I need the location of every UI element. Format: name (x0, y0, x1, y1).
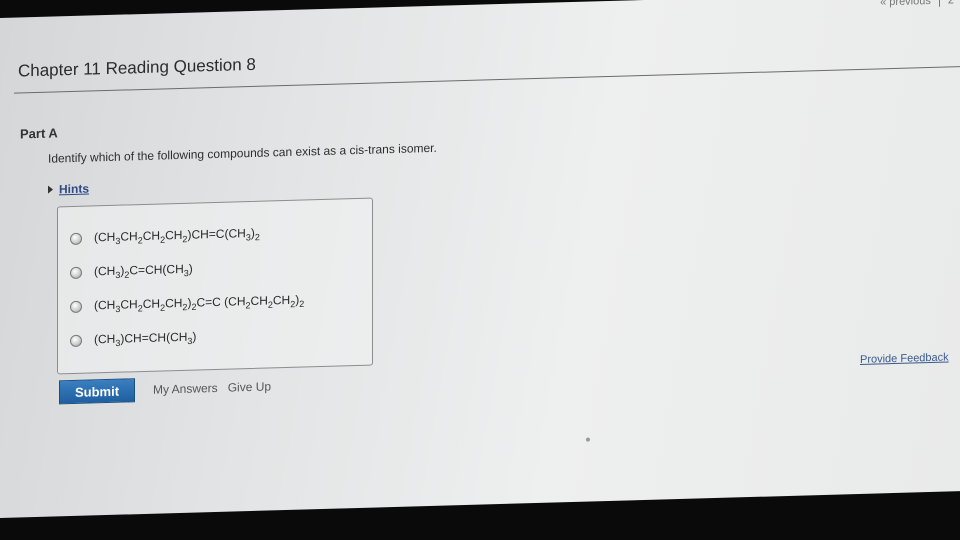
hints-label: Hints (59, 181, 89, 197)
option-label: (CH3CH2CH2CH2)CH=C(CH3)2 (94, 225, 260, 247)
caret-right-icon (48, 185, 53, 194)
nav-divider (938, 0, 940, 7)
previous-link[interactable]: « previous (880, 0, 931, 8)
question-page: « previous 2 Chapter 11 Reading Question… (0, 0, 960, 519)
my-answers-link[interactable]: My Answers (153, 381, 218, 397)
radio-button[interactable] (70, 232, 82, 246)
answer-option[interactable]: (CH3)CH=CH(CH3) (70, 330, 196, 350)
answer-option[interactable]: (CH3CH2CH2CH2)2C=C (CH2CH2CH2)2 (70, 293, 304, 316)
page-fragment[interactable]: 2 (948, 0, 954, 7)
submit-button[interactable]: Submit (59, 378, 135, 405)
hints-toggle[interactable]: Hints (48, 182, 89, 197)
option-label: (CH3)CH=CH(CH3) (94, 329, 197, 349)
part-label: Part A (20, 125, 58, 142)
radio-button[interactable] (70, 334, 82, 348)
question-text: Identify which of the following compound… (48, 140, 437, 166)
cursor-dot (586, 437, 590, 442)
screen: « previous 2 Chapter 11 Reading Question… (0, 0, 960, 540)
answer-option[interactable]: (CH3CH2CH2CH2)CH=C(CH3)2 (70, 226, 260, 248)
page-title: Chapter 11 Reading Question 8 (18, 54, 256, 81)
option-label: (CH3CH2CH2CH2)2C=C (CH2CH2CH2)2 (94, 292, 305, 315)
provide-feedback-link[interactable]: Provide Feedback (860, 352, 949, 366)
radio-button[interactable] (70, 266, 82, 280)
give-up-link[interactable]: Give Up (228, 379, 271, 394)
top-navigation: « previous 2 (880, 0, 960, 11)
action-bar: Submit My Answers Give Up (59, 374, 271, 405)
answer-options: (CH3CH2CH2CH2)CH=C(CH3)2 (CH3)2C=CH(CH3)… (57, 197, 373, 375)
option-label: (CH3)2C=CH(CH3) (94, 261, 193, 281)
answer-option[interactable]: (CH3)2C=CH(CH3) (70, 262, 193, 282)
radio-button[interactable] (70, 300, 82, 314)
